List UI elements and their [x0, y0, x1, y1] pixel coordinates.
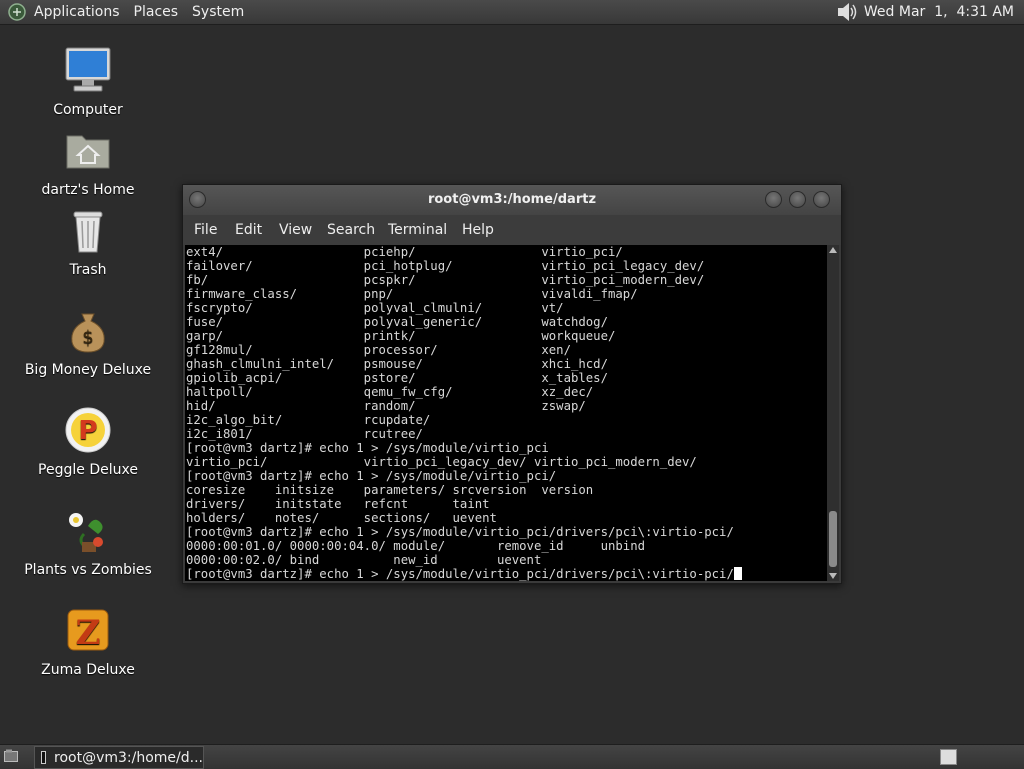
money-bag-icon: $ — [71, 313, 105, 353]
terminal-output[interactable]: ext4/ pciehp/ virtio_pci/ failover/ pci_… — [185, 245, 827, 581]
minimize-button[interactable] — [765, 191, 782, 208]
desktop-icon-label: Zuma Deluxe — [41, 662, 135, 678]
plants-icon — [69, 513, 103, 552]
clock[interactable]: Wed Mar 1, 4:31 AM — [864, 4, 1014, 20]
zuma-icon: Z — [67, 609, 109, 653]
taskbar-button-label: root@vm3:/home/d... — [54, 749, 203, 766]
terminal-line: fuse/ polyval_generic/ watchdog/ — [186, 315, 608, 329]
desktop-icon-label: dartz's Home — [41, 182, 135, 198]
terminal-line: 0000:00:01.0/ 0000:00:04.0/ module/ remo… — [186, 539, 646, 553]
top-panel: Applications Places System Wed Mar 1, 4:… — [0, 0, 1024, 25]
trash-icon — [73, 211, 103, 253]
desktop-icon-big-money[interactable]: $ Big Money Deluxe — [18, 306, 158, 378]
terminal-line: garp/ printk/ workqueue/ — [186, 329, 616, 343]
desktop-icon-zuma[interactable]: Z Zuma Deluxe — [18, 606, 158, 678]
terminal-line: 0000:00:02.0/ bind new_id uevent — [186, 553, 542, 567]
desktop-icon-peggle[interactable]: P Peggle Deluxe — [18, 406, 158, 478]
taskbar-button-terminal[interactable]: root@vm3:/home/d... — [34, 746, 204, 769]
terminal-window[interactable]: root@vm3:/home/dartz File Edit View Sear… — [182, 184, 842, 584]
close-button[interactable] — [813, 191, 830, 208]
terminal-line: holders/ notes/ sections/ uevent — [186, 511, 497, 525]
scroll-up-arrow-icon[interactable] — [829, 247, 837, 253]
terminal-icon — [41, 751, 47, 764]
terminal-cursor — [733, 567, 742, 580]
system-menu[interactable]: System — [192, 4, 244, 20]
desktop-icon-home[interactable]: dartz's Home — [18, 126, 158, 198]
maximize-button[interactable] — [789, 191, 806, 208]
terminal-line: fscrypto/ polyval_clmulni/ vt/ — [186, 301, 564, 315]
menu-edit[interactable]: Edit — [235, 222, 262, 238]
scroll-down-arrow-icon[interactable] — [829, 573, 837, 579]
terminal-line: [root@vm3 dartz]# echo 1 > /sys/module/v… — [186, 441, 549, 455]
terminal-scrollbar[interactable] — [827, 245, 839, 581]
home-folder-icon — [66, 135, 110, 169]
window-titlebar[interactable]: root@vm3:/home/dartz — [183, 185, 841, 215]
terminal-line: fb/ pcspkr/ virtio_pci_modern_dev/ — [186, 273, 705, 287]
terminal-line: ext4/ pciehp/ virtio_pci/ — [186, 245, 623, 259]
menu-view[interactable]: View — [279, 222, 312, 238]
terminal-line: virtio_pci/ virtio_pci_legacy_dev/ virti… — [186, 455, 697, 469]
terminal-line: haltpoll/ qemu_fw_cfg/ xz_dec/ — [186, 385, 594, 399]
terminal-line: coresize initsize parameters/ srcversion… — [186, 483, 594, 497]
distro-logo-icon[interactable] — [8, 3, 26, 21]
terminal-line: hid/ random/ zswap/ — [186, 399, 586, 413]
desktop-icon-pvz[interactable]: Plants vs Zombies — [18, 506, 158, 578]
svg-text:Z: Z — [76, 613, 101, 653]
places-menu[interactable]: Places — [134, 4, 179, 20]
terminal-line: [root@vm3 dartz]# echo 1 > /sys/module/v… — [186, 525, 734, 539]
desktop-icon-trash[interactable]: Trash — [18, 206, 158, 278]
terminal-text: ext4/ pciehp/ virtio_pci/ failover/ pci_… — [185, 245, 827, 581]
menu-help[interactable]: Help — [462, 222, 494, 238]
terminal-line: gf128mul/ processor/ xen/ — [186, 343, 571, 357]
desktop-icon-label: Plants vs Zombies — [24, 562, 152, 578]
bottom-panel: root@vm3:/home/d... — [0, 744, 1024, 769]
terminal-menubar: File Edit View Search Terminal Help — [183, 215, 841, 245]
desktop-icon-label: Computer — [53, 102, 123, 118]
scrollbar-thumb[interactable] — [829, 511, 837, 567]
menu-file[interactable]: File — [194, 222, 217, 238]
terminal-line: i2c_algo_bit/ rcupdate/ — [186, 413, 431, 427]
volume-icon[interactable] — [836, 2, 858, 22]
terminal-line: gpiolib_acpi/ pstore/ x_tables/ — [186, 371, 608, 385]
svg-text:$: $ — [82, 327, 93, 348]
svg-text:P: P — [78, 416, 97, 446]
workspace-switcher[interactable] — [940, 749, 957, 765]
window-title: root@vm3:/home/dartz — [427, 192, 597, 207]
terminal-line: failover/ pci_hotplug/ virtio_pci_legacy… — [186, 259, 705, 273]
applications-menu[interactable]: Applications — [34, 4, 120, 20]
peggle-icon: P — [65, 407, 111, 453]
terminal-line: i2c_i801/ rcutree/ — [186, 427, 423, 441]
terminal-line: [root@vm3 dartz]# echo 1 > /sys/module/v… — [186, 469, 557, 483]
terminal-prompt-line: [root@vm3 dartz]# echo 1 > /sys/module/v… — [186, 567, 734, 581]
menu-terminal[interactable]: Terminal — [388, 222, 447, 238]
terminal-line: firmware_class/ pnp/ vivaldi_fmap/ — [186, 287, 638, 301]
desktop-icon-label: Trash — [69, 262, 107, 278]
desktop-icon-computer[interactable]: Computer — [18, 46, 158, 118]
show-desktop-icon[interactable] — [4, 749, 18, 762]
terminal-line: ghash_clmulni_intel/ psmouse/ xhci_hcd/ — [186, 357, 608, 371]
desktop-icon-label: Big Money Deluxe — [24, 362, 152, 378]
menu-search[interactable]: Search — [327, 222, 375, 238]
desktop-icon-label: Peggle Deluxe — [38, 462, 138, 478]
computer-icon — [65, 47, 111, 92]
terminal-lines: ext4/ pciehp/ virtio_pci/ failover/ pci_… — [186, 245, 734, 567]
terminal-line: drivers/ initstate refcnt taint — [186, 497, 490, 511]
